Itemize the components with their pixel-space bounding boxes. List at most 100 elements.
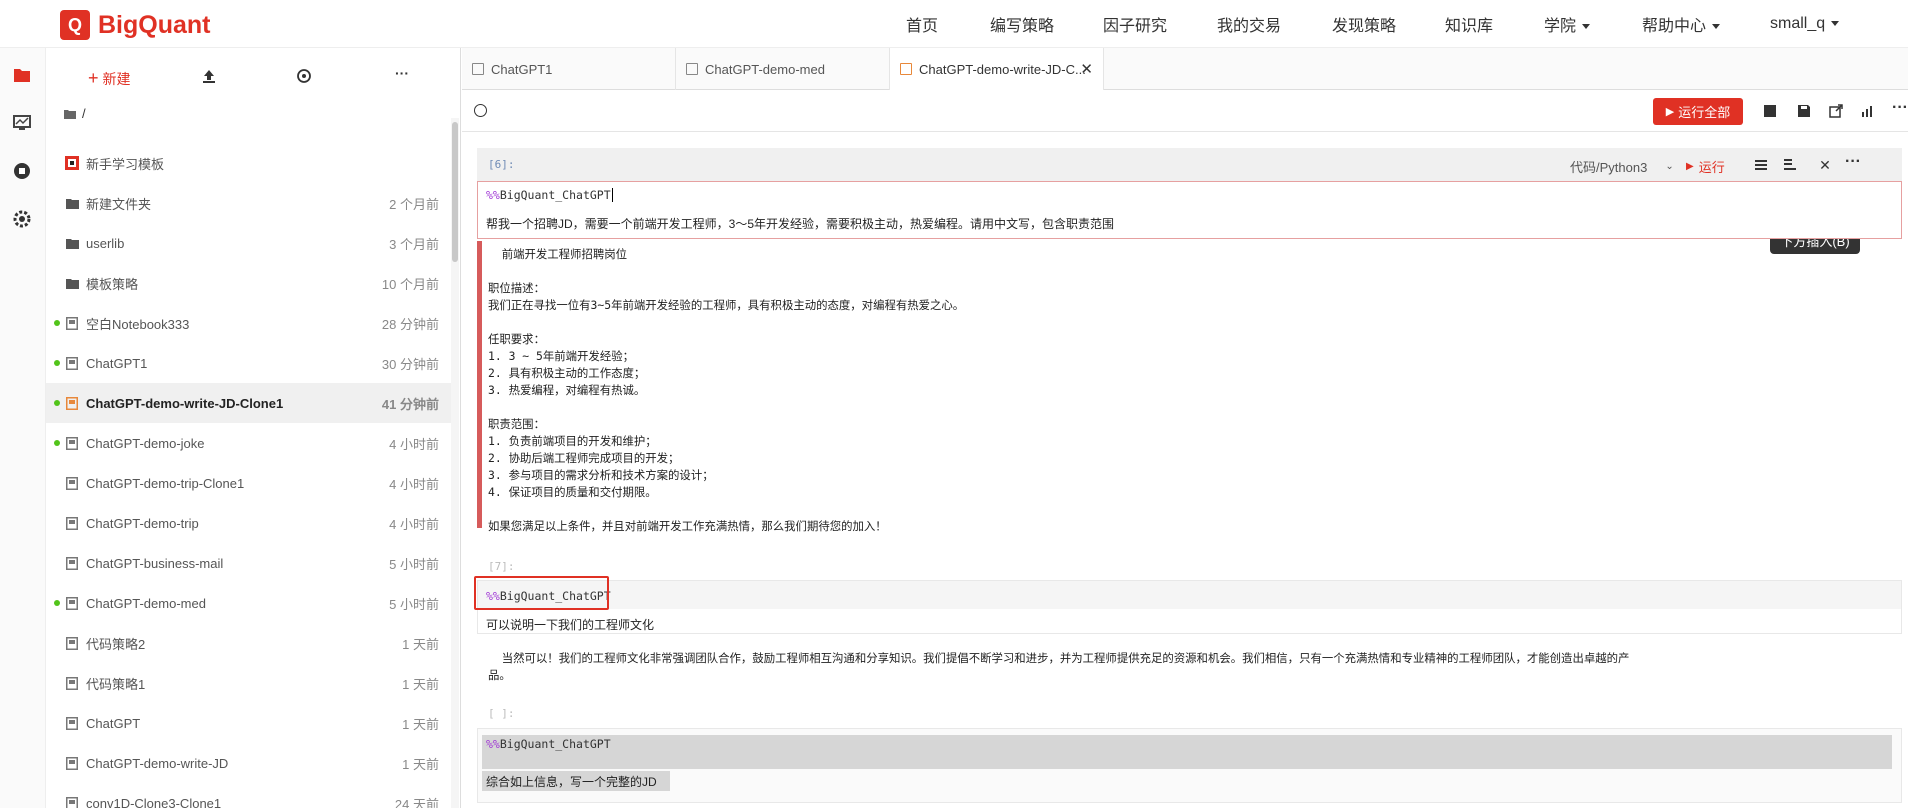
insert-above-icon[interactable] <box>1753 157 1769 173</box>
file-name: ChatGPT-business-mail <box>86 555 224 571</box>
cell-7-output-line-1: 当然可以！我们的工程师文化非常强调团队合作，鼓励工程师相互沟通和分享知识。我们提… <box>488 651 1630 665</box>
cell-7-output-line-2: 品。 <box>488 668 511 682</box>
file-list-item[interactable]: ChatGPT-demo-write-JD 1 天前 <box>46 743 451 783</box>
notebook-icon <box>900 63 912 75</box>
cell-6-header: [6]: 代码/Python3 ⌄ ▶ 运行 ✕ ··· <box>477 148 1902 181</box>
insert-below-icon[interactable] <box>1782 157 1798 173</box>
output-line: 如果您满足以上条件，并且对前端开发工作充满热情，那么我们期待您的加入！ <box>488 519 887 533</box>
close-icon[interactable]: ✕ <box>1080 60 1093 78</box>
more-icon[interactable]: ··· <box>1845 153 1861 170</box>
file-name: ChatGPT <box>86 715 141 731</box>
cell-prompt: [6]: <box>488 158 515 171</box>
tab-chatgpt-demo-med[interactable]: ChatGPT-demo-med <box>676 48 890 90</box>
file-list-item[interactable]: ChatGPT-demo-joke 4 小时前 <box>46 423 451 463</box>
run-all-button[interactable]: ▶ 运行全部 <box>1653 98 1743 125</box>
file-list-item[interactable]: ChatGPT-business-mail 5 小时前 <box>46 543 451 583</box>
tab-chatgpt-demo-write-jd[interactable]: ChatGPT-demo-write-JD-C... ✕ <box>890 48 1104 90</box>
cell-8-input[interactable]: %%BigQuant_ChatGPT 综合如上信息，写一个完整的JD <box>477 728 1902 803</box>
breadcrumb[interactable]: / <box>64 106 86 121</box>
magic-prefix: %% <box>486 737 500 751</box>
output-line: 1. 负责前端项目的开发和维护； <box>488 434 657 448</box>
notebook-icon <box>65 796 79 808</box>
nav-knowledge-base[interactable]: 知识库 <box>1445 12 1493 36</box>
notebook-icon <box>65 756 79 770</box>
file-list-item[interactable]: ChatGPT 1 天前 <box>46 703 451 743</box>
output-line: 1. 3 ~ 5年前端开发经验； <box>488 349 634 363</box>
file-name: 新建文件夹 <box>86 196 152 212</box>
notebook-icon <box>65 476 79 490</box>
stop-square-icon[interactable] <box>1762 103 1778 119</box>
nav-help-label: 帮助中心 <box>1642 18 1707 35</box>
file-name: ChatGPT-demo-trip <box>86 515 199 531</box>
file-modified-time: 3 个月前 <box>389 236 439 252</box>
file-browser: + 新建 ··· / 新手学习模板新建文件夹 2 个月前 userlib 3 个月前模… <box>46 48 461 808</box>
run-cell-button[interactable]: ▶ 运行 <box>1686 157 1725 176</box>
stop-icon[interactable] <box>11 160 33 182</box>
more-icon[interactable]: ··· <box>395 65 409 81</box>
upload-icon[interactable] <box>202 68 216 88</box>
cell-8-input-text: 综合如上信息，写一个完整的JD <box>486 775 657 789</box>
file-name: ChatGPT-demo-trip-Clone1 <box>86 475 245 491</box>
export-icon[interactable] <box>1828 103 1844 119</box>
file-list-item[interactable]: userlib 3 个月前 <box>46 223 451 263</box>
file-modified-time: 1 天前 <box>402 676 439 692</box>
magic-name: BigQuant_ChatGPT <box>499 737 611 751</box>
file-name: userlib <box>86 235 125 251</box>
file-list-item[interactable]: ChatGPT-demo-trip 4 小时前 <box>46 503 451 543</box>
refresh-icon[interactable] <box>296 68 312 88</box>
file-list-item[interactable]: 新手学习模板 <box>46 143 451 183</box>
nav-academy[interactable]: 学院 <box>1544 12 1591 36</box>
nav-help-center[interactable]: 帮助中心 <box>1642 12 1721 36</box>
output-line: 职责范围： <box>488 417 545 431</box>
magic-name: BigQuant_ChatGPT <box>499 188 611 202</box>
file-list-item[interactable]: ChatGPT-demo-med 5 小时前 <box>46 583 451 623</box>
activity-bar <box>0 48 46 808</box>
delete-cell-icon[interactable]: ✕ <box>1817 157 1833 173</box>
file-list-item[interactable]: ChatGPT-demo-write-JD-Clone1 41 分钟前 <box>46 383 451 423</box>
file-list-item[interactable]: conv1D-Clone3-Clone1 24 天前 <box>46 783 451 808</box>
file-modified-time: 30 分钟前 <box>381 356 439 372</box>
monitor-icon[interactable] <box>11 112 33 134</box>
nav-my-trading[interactable]: 我的交易 <box>1217 12 1281 36</box>
folder-icon[interactable] <box>11 64 33 86</box>
cell-7-input[interactable]: %%BigQuant_ChatGPT 可以说明一下我们的工程师文化 <box>477 580 1902 634</box>
nav-factor-research[interactable]: 因子研究 <box>1103 12 1167 36</box>
notebook-icon <box>65 316 79 330</box>
notebook-icon <box>65 516 79 530</box>
more-icon[interactable]: ··· <box>1892 99 1908 116</box>
file-list-item[interactable]: 空白Notebook333 28 分钟前 <box>46 303 451 343</box>
cell-6-input[interactable]: %%BigQuant_ChatGPT 帮我一个招聘JD，需要一个前端开发工程师，… <box>477 181 1902 239</box>
running-indicator <box>54 600 60 606</box>
cell-6-output-marker <box>477 241 482 528</box>
file-list-item[interactable]: 新建文件夹 2 个月前 <box>46 183 451 223</box>
chevron-down-icon <box>1712 24 1721 30</box>
file-list-item[interactable]: 代码策略1 1 天前 <box>46 663 451 703</box>
new-button[interactable]: + 新建 <box>88 68 131 89</box>
chart-icon[interactable] <box>1860 103 1876 119</box>
notebook-icon <box>65 716 79 730</box>
tab-label: ChatGPT-demo-write-JD-C... <box>919 61 1086 77</box>
nav-user-menu[interactable]: small_q <box>1770 15 1840 33</box>
file-name: ChatGPT-demo-write-JD <box>86 755 229 771</box>
file-list-item[interactable]: ChatGPT1 30 分钟前 <box>46 343 451 383</box>
file-list-item[interactable]: ChatGPT-demo-trip-Clone1 4 小时前 <box>46 463 451 503</box>
settings-icon[interactable] <box>11 208 33 230</box>
file-modified-time: 1 天前 <box>402 756 439 772</box>
output-line: 我们正在寻找一位有3~5年前端开发经验的工程师，具有积极主动的态度，对编程有热爱… <box>488 298 965 312</box>
nav-write-strategy[interactable]: 编写策略 <box>990 12 1054 36</box>
brand-logo[interactable]: Q BigQuant <box>60 10 211 40</box>
sidebar-scroll-thumb[interactable] <box>452 122 458 262</box>
save-icon[interactable] <box>1796 103 1812 119</box>
kernel-select[interactable]: 代码/Python3 ⌄ <box>1570 157 1674 176</box>
nav-home[interactable]: 首页 <box>906 12 938 36</box>
nav-discover-strategy[interactable]: 发现策略 <box>1332 12 1396 36</box>
tab-label: ChatGPT-demo-med <box>705 61 825 77</box>
cell-7-input-text: 可以说明一下我们的工程师文化 <box>486 618 655 632</box>
file-name: ChatGPT1 <box>86 355 148 371</box>
notebook-icon <box>65 556 79 570</box>
file-modified-time: 2 个月前 <box>389 196 439 212</box>
tab-chatgpt1[interactable]: ChatGPT1 <box>462 48 676 90</box>
file-list-item[interactable]: 代码策略2 1 天前 <box>46 623 451 663</box>
file-list-item[interactable]: 模板策略 10 个月前 <box>46 263 451 303</box>
